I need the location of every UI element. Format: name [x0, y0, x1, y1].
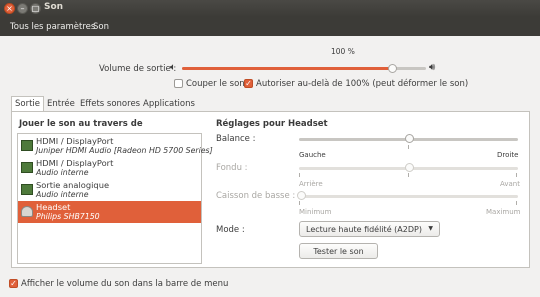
output-volume-fill	[182, 67, 392, 70]
subwoofer-tick-left	[299, 201, 300, 205]
show-volume-label: Afficher le volume du son dans la barre …	[21, 279, 229, 289]
window-title: Son	[44, 2, 64, 12]
show-volume-checkbox[interactable]: ✓	[9, 279, 18, 288]
fade-label: Fondu :	[216, 163, 248, 173]
tab-sound-effects[interactable]: Effets sonores	[77, 97, 143, 111]
device-description: Philips SHB7150	[36, 212, 100, 221]
tab-applications[interactable]: Applications	[140, 97, 198, 111]
device-item-headset[interactable]: Headset Philips SHB7150	[18, 201, 201, 223]
subwoofer-tick-right	[516, 201, 517, 205]
output-volume-knob[interactable]	[387, 64, 397, 73]
settings-heading: Réglages pour Headset	[216, 119, 328, 129]
fade-knob	[404, 163, 414, 172]
subwoofer-knob	[297, 191, 306, 200]
device-item-hdmi-internal[interactable]: HDMI / DisplayPort Audio interne	[18, 157, 201, 179]
mode-select-value: Lecture haute fidélité (A2DP)	[306, 225, 422, 234]
all-settings-button[interactable]: Tous les paramètres	[10, 22, 95, 32]
output-volume-label: Volume de sortie :	[99, 64, 177, 74]
volume-low-icon: 🔈︎	[170, 62, 176, 73]
device-name: HDMI / DisplayPort	[36, 158, 114, 168]
sound-card-icon	[21, 184, 33, 195]
close-icon[interactable]: ×	[4, 3, 15, 14]
sound-card-icon	[21, 140, 33, 151]
sound-card-icon	[21, 162, 33, 173]
mute-label: Couper le son	[186, 79, 245, 89]
tab-output[interactable]: Sortie	[11, 96, 45, 112]
mode-select[interactable]: Lecture haute fidélité (A2DP) ▼	[299, 221, 440, 237]
mode-label: Mode :	[216, 225, 245, 235]
fade-left-label: Arrière	[299, 180, 323, 188]
device-description: Audio interne	[36, 168, 89, 177]
device-item-hdmi-radeon[interactable]: HDMI / DisplayPort Juniper HDMI Audio [R…	[18, 135, 213, 157]
subwoofer-label: Caisson de basse :	[216, 191, 296, 201]
subwoofer-slider	[299, 195, 518, 198]
minimize-icon[interactable]: –	[17, 3, 28, 14]
balance-knob[interactable]	[404, 134, 414, 143]
maximize-icon[interactable]: □	[30, 3, 41, 14]
mute-checkbox[interactable]	[174, 79, 183, 88]
fade-tick-left	[299, 173, 300, 177]
device-name: HDMI / DisplayPort	[36, 136, 114, 146]
device-description: Juniper HDMI Audio [Radeon HD 5700 Serie…	[36, 146, 213, 155]
title-bar: × – □ Son	[0, 0, 540, 17]
amplify-label: Autoriser au-delà de 100% (peut déformer…	[256, 79, 469, 89]
device-list: HDMI / DisplayPort Juniper HDMI Audio [R…	[17, 133, 213, 264]
device-list-heading: Jouer le son au travers de	[19, 119, 143, 129]
subwoofer-min-label: Minimum	[299, 208, 332, 216]
amplify-checkbox[interactable]: ✓	[244, 79, 253, 88]
volume-percent-label: 100 %	[331, 47, 355, 56]
test-sound-button[interactable]: Tester le son	[299, 243, 378, 259]
subwoofer-max-label: Maximum	[486, 208, 521, 216]
balance-left-label: Gauche	[299, 151, 326, 159]
tab-input[interactable]: Entrée	[44, 97, 78, 111]
balance-center-tick	[408, 145, 409, 149]
headset-icon	[21, 206, 33, 217]
device-name: Headset	[36, 202, 71, 212]
device-name: Sortie analogique	[36, 180, 110, 190]
device-description: Audio interne	[36, 190, 89, 199]
toolbar: Tous les paramètres Son	[0, 17, 540, 36]
fade-tick-center	[408, 173, 409, 177]
breadcrumb-current: Son	[93, 22, 109, 32]
fade-tick-right	[516, 173, 517, 177]
fade-right-label: Avant	[500, 180, 520, 188]
balance-label: Balance :	[216, 134, 256, 144]
volume-high-icon: 🔊︎	[429, 62, 436, 73]
chevron-down-icon: ▼	[428, 225, 433, 232]
balance-right-label: Droite	[497, 151, 519, 159]
device-item-analog[interactable]: Sortie analogique Audio interne	[18, 179, 201, 201]
